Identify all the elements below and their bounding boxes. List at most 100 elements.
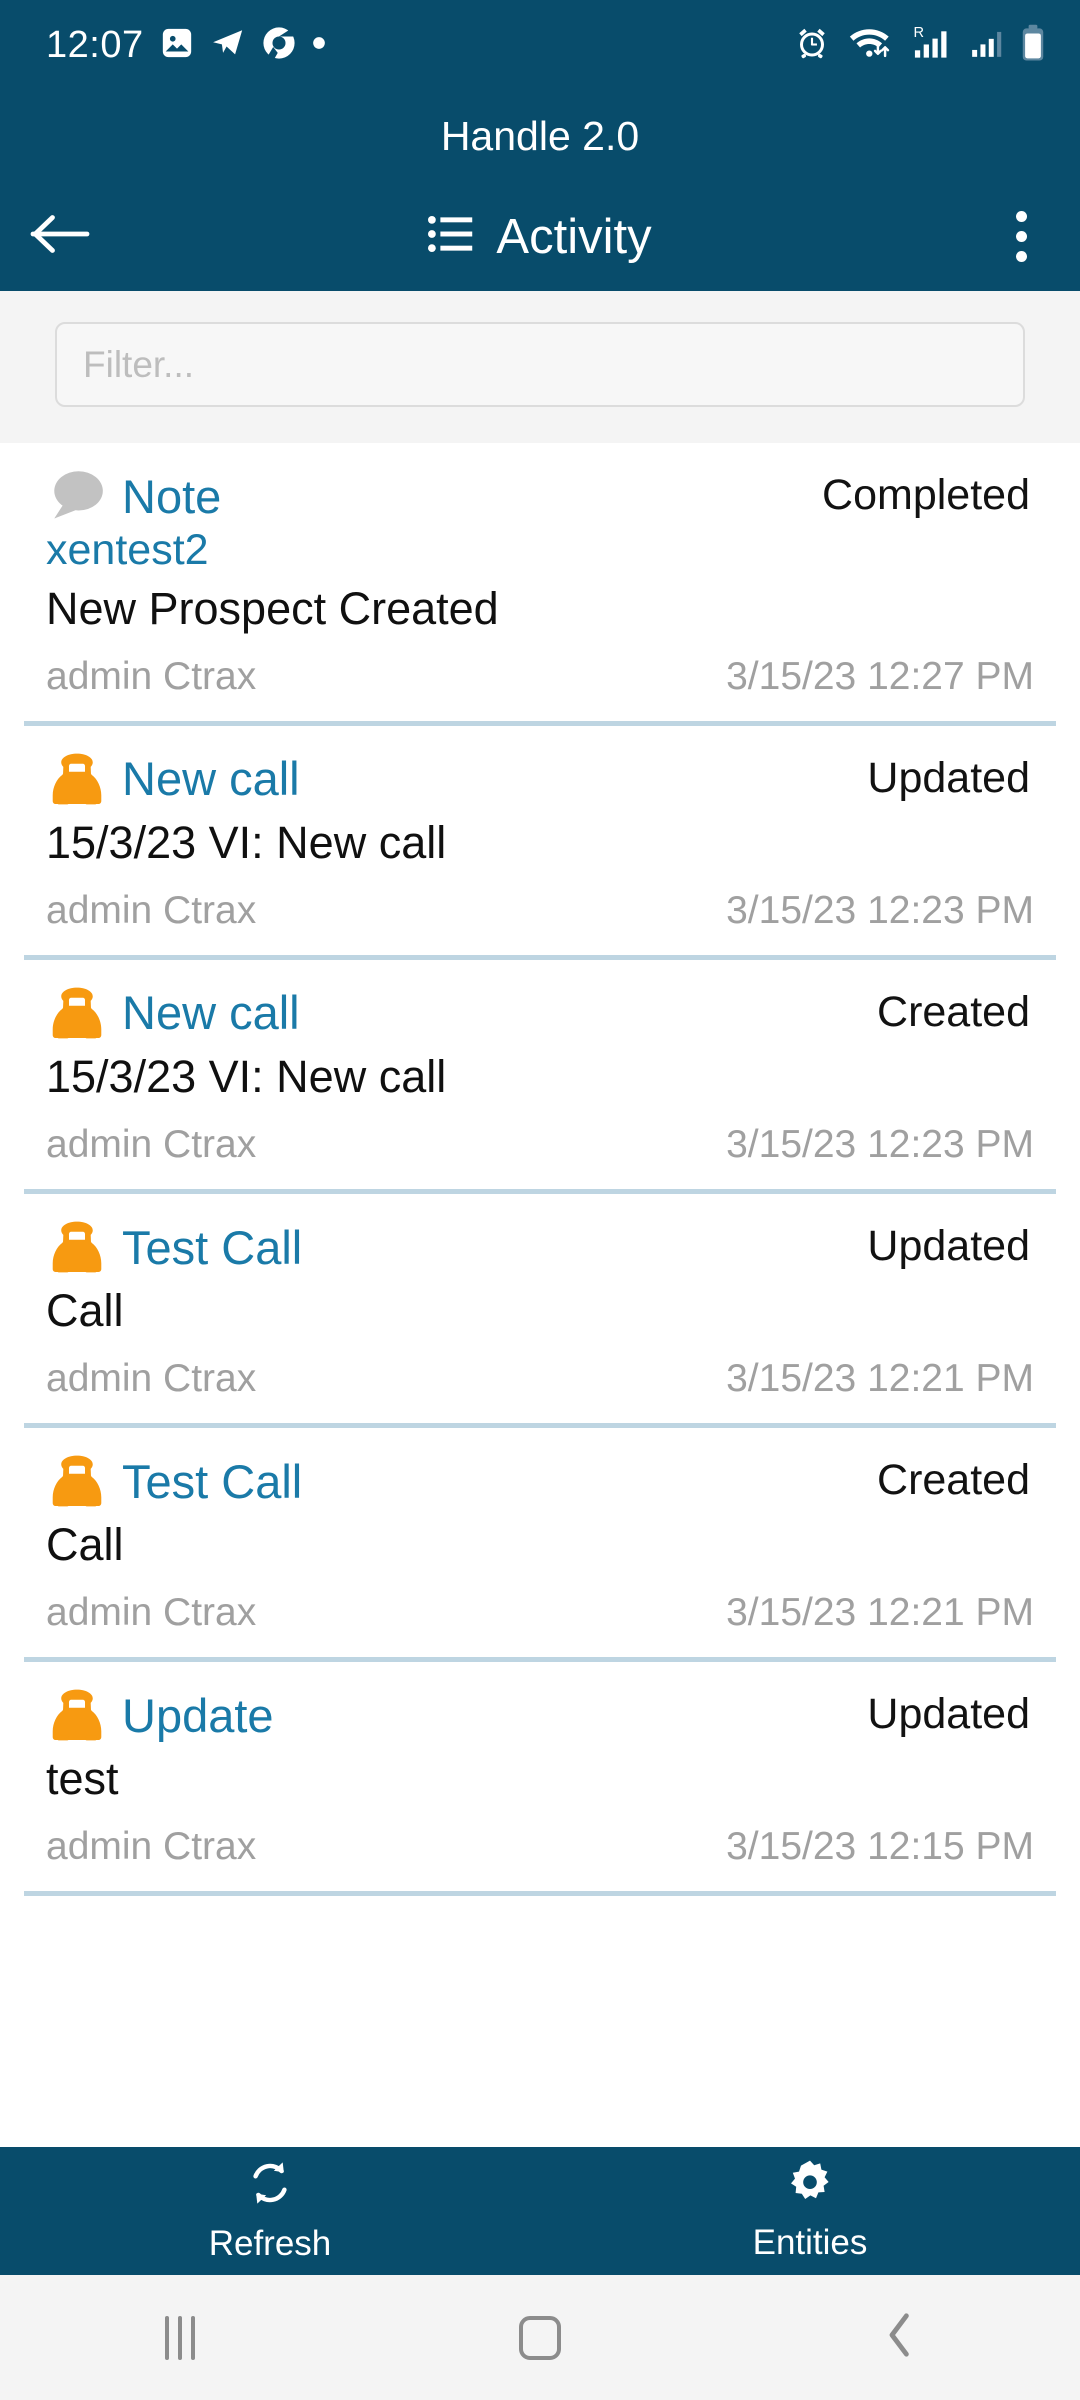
activity-title-group: Test Call [46,1450,302,1512]
refresh-icon [245,2158,295,2213]
svg-text:R: R [913,25,924,41]
wifi-icon [847,25,893,66]
telephone-icon [46,748,108,810]
alarm-icon [794,25,830,66]
overflow-menu-button[interactable] [962,182,1080,291]
activity-title-group: Update [46,1684,274,1746]
activity-title[interactable]: Update [122,1688,274,1743]
signal-roaming-icon: R [910,24,952,67]
activity-title[interactable]: Test Call [122,1454,302,1509]
action-bar-title-group: Activity [0,209,1080,265]
telephone-icon [46,1450,108,1512]
activity-user: admin Ctrax [46,1123,257,1167]
bottom-navigation-bar: Refresh Entities [0,2147,1080,2275]
activity-row-footer: admin Ctrax 3/15/23 12:15 PM [46,1825,1034,1891]
activity-list: Note Completed xentest2 New Prospect Create… [0,443,1080,2147]
battery-icon [1020,24,1046,67]
activity-title[interactable]: New call [122,751,300,806]
list-icon [428,214,474,259]
activity-row[interactable]: New call Created 15/3/23 VI: New call admin… [0,959,1080,1190]
activity-row-header: Test Call Created [46,1450,1034,1512]
activity-timestamp: 3/15/23 12:23 PM [726,888,1034,932]
activity-body: 15/3/23 VI: New call [46,1050,447,1102]
activity-user: admin Ctrax [46,1357,257,1401]
activity-status: Updated [867,1690,1030,1739]
app-title-bar: Handle 2.0 [0,90,1080,182]
signal-icon [969,25,1003,66]
activity-status: Updated [867,1222,1030,1271]
android-recents-button[interactable] [0,2275,360,2400]
activity-status: Created [877,987,1030,1036]
activity-timestamp: 3/15/23 12:27 PM [726,654,1034,698]
bottom-nav-refresh-label: Refresh [208,2224,332,2263]
bottom-nav-refresh[interactable]: Refresh [0,2147,540,2275]
activity-timestamp: 3/15/23 12:23 PM [726,1123,1034,1167]
action-bar: Activity [0,182,1080,291]
android-home-button[interactable] [360,2275,720,2400]
telephone-icon [46,982,108,1044]
bottom-nav-entities-label: Entities [752,2223,868,2262]
activity-title-group: Note [46,465,221,527]
phone-screen: 12:07 R Handle 2.0 Activity Filter... No… [0,0,1080,2400]
activity-user: admin Ctrax [46,888,257,932]
back-chevron-icon [885,2311,915,2364]
bottom-nav-entities[interactable]: Entities [540,2147,1080,2275]
activity-title-group: New call [46,748,300,810]
filter-bar [0,291,1080,443]
activity-body: 15/3/23 VI: New call [46,816,447,868]
activity-row-footer: admin Ctrax 3/15/23 12:21 PM [46,1591,1034,1657]
android-navigation-bar [0,2275,1080,2400]
activity-title[interactable]: Test Call [122,1220,302,1275]
telephone-icon [46,1684,108,1746]
recents-icon [165,2315,195,2360]
activity-row-header: New call Created [46,982,1034,1044]
activity-user: admin Ctrax [46,1825,257,1869]
activity-row-header: Note Completed [46,465,1034,527]
activity-row[interactable]: New call Updated 15/3/23 VI: New call admin… [0,725,1080,955]
activity-subtitle[interactable]: xentest2 [46,525,1034,576]
gear-icon [786,2159,834,2212]
telegram-icon [210,26,246,65]
activity-title-group: New call [46,982,300,1044]
activity-title[interactable]: Note [122,469,221,524]
back-button[interactable] [0,182,120,291]
activity-row-header: New call Updated [46,748,1034,810]
filter-input[interactable] [55,322,1025,407]
dot-icon [312,36,326,55]
activity-row-footer: admin Ctrax 3/15/23 12:23 PM [46,1123,1034,1189]
status-bar-left: 12:07 [46,24,326,67]
activity-body: Call [46,1519,124,1571]
android-back-button[interactable] [720,2275,1080,2400]
activity-row-footer: admin Ctrax 3/15/23 12:21 PM [46,1357,1034,1423]
action-bar-title: Activity [496,209,652,264]
activity-body: test [46,1753,119,1805]
status-bar-clock: 12:07 [46,23,144,66]
activity-user: admin Ctrax [46,1591,257,1635]
activity-row-footer: admin Ctrax 3/15/23 12:27 PM [46,655,1034,721]
activity-row[interactable]: Note Completed xentest2 New Prospect Create… [0,443,1080,721]
activity-user: admin Ctrax [46,654,257,698]
activity-timestamp: 3/15/23 12:21 PM [726,1591,1034,1635]
activity-row-header: Update Updated [46,1684,1034,1746]
activity-row-header: Test Call Updated [46,1216,1034,1278]
more-vertical-icon [1015,211,1027,262]
activity-row-footer: admin Ctrax 3/15/23 12:23 PM [46,889,1034,955]
telephone-icon [46,1216,108,1278]
home-icon [519,2315,561,2360]
image-icon [160,26,194,65]
activity-row[interactable]: Test Call Updated Call admin Ctrax 3/15/23 1… [0,1194,1080,1424]
status-bar: 12:07 R [0,0,1080,90]
activity-body: Call [46,1285,124,1337]
activity-row[interactable]: Test Call Created Call admin Ctrax 3/15/23 1… [0,1428,1080,1658]
activity-title-group: Test Call [46,1216,302,1278]
activity-title[interactable]: New call [122,985,300,1040]
activity-timestamp: 3/15/23 12:15 PM [726,1825,1034,1869]
activity-row[interactable]: Update Updated test admin Ctrax 3/15/23 12:1… [0,1662,1080,1892]
activity-body: New Prospect Created [46,582,499,634]
speech-bubble-icon [46,465,108,527]
list-divider [24,1891,1056,1897]
activity-status: Created [877,1456,1030,1505]
activity-timestamp: 3/15/23 12:21 PM [726,1357,1034,1401]
app-title: Handle 2.0 [440,112,640,159]
status-bar-right: R [794,24,1046,67]
